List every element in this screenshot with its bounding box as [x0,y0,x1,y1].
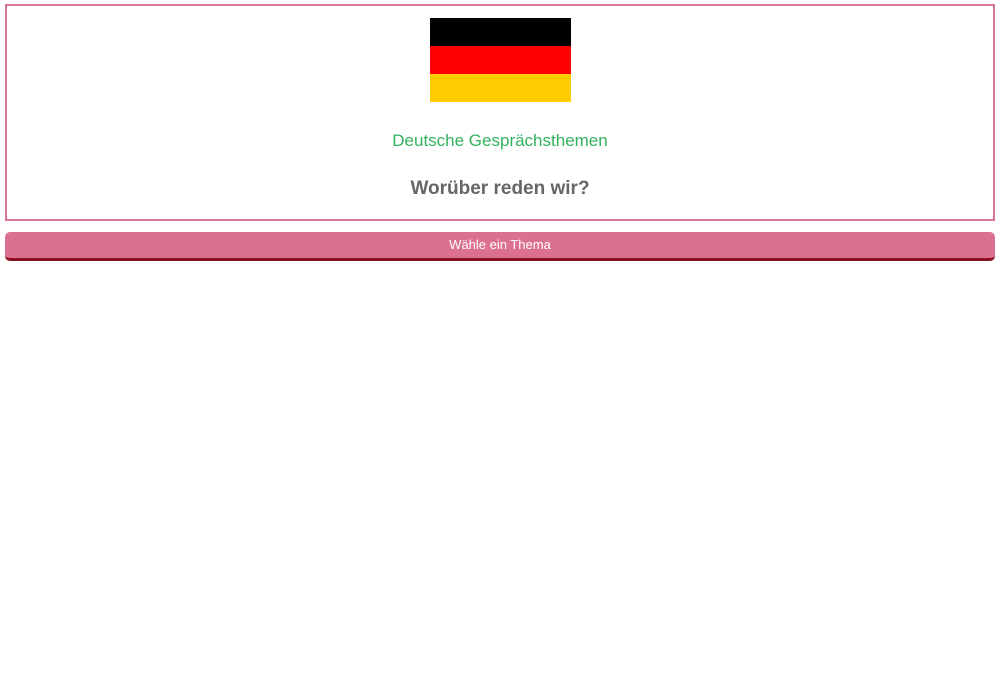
flag-stripe-red [430,46,571,74]
flag-stripe-gold [430,74,571,102]
page-subtitle: Deutsche Gesprächsthemen [392,131,608,150]
flag-stripe-black [430,18,571,46]
intro-card: Deutsche Gesprächsthemen Worüber reden w… [5,4,995,221]
page-title: Worüber reden wir? [410,178,590,199]
germany-flag-icon [430,18,571,102]
choose-topic-button[interactable]: Wähle ein Thema [5,232,995,261]
